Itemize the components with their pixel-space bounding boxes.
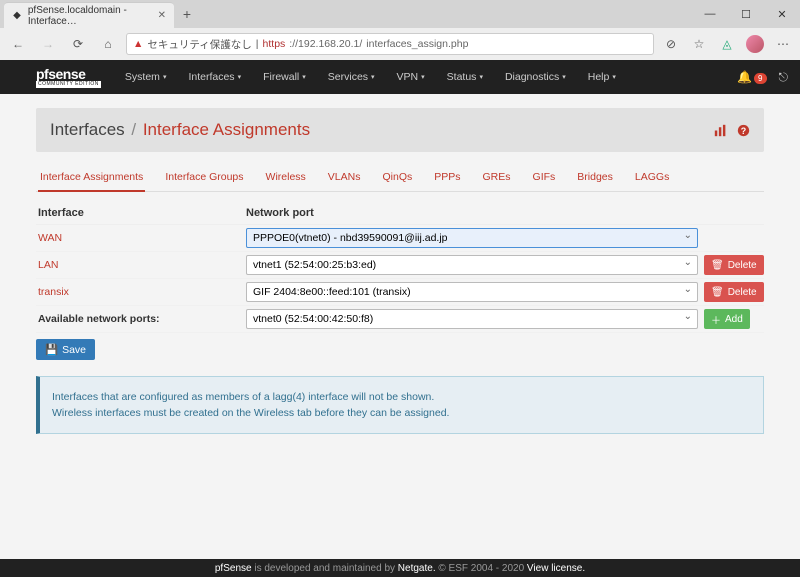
menu-button[interactable]: ⋯ — [772, 33, 794, 55]
window-maximize-button[interactable]: ☐ — [728, 0, 764, 28]
url-input[interactable]: ▲ セキュリティ保護なし | https://192.168.20.1/inte… — [126, 33, 654, 55]
col-network-port: Network port — [246, 207, 698, 219]
tab-title: pfSense.localdomain - Interface… — [28, 5, 152, 27]
nav-diagnostics[interactable]: Diagnostics▾ — [495, 62, 576, 92]
logout-icon: ⎋ — [779, 70, 789, 84]
tab-favicon-icon: ◆ — [12, 10, 22, 22]
url-host: ://192.168.20.1/ — [289, 38, 362, 50]
nav-interfaces[interactable]: Interfaces▾ — [178, 62, 251, 92]
bell-icon: 🔔 — [737, 70, 752, 84]
favorites-button[interactable]: ☆ — [688, 33, 710, 55]
col-interface: Interface — [36, 207, 246, 219]
delete-button-transix[interactable]: 🗑Delete — [704, 282, 764, 302]
page-title: Interfaces / Interface Assignments — [50, 120, 310, 140]
tab-ppps[interactable]: PPPs — [432, 164, 462, 191]
tab-interface-groups[interactable]: Interface Groups — [163, 164, 245, 191]
stats-icon[interactable] — [714, 124, 727, 137]
table-row: Available network ports: ＋Add — [36, 306, 764, 333]
tab-interface-assignments[interactable]: Interface Assignments — [38, 164, 145, 192]
notification-count: 9 — [754, 73, 766, 84]
window-minimize-button[interactable]: — — [692, 0, 728, 28]
available-ports-label: Available network ports: — [38, 313, 160, 325]
logout-button[interactable]: ⎋ — [779, 70, 789, 85]
nav-firewall[interactable]: Firewall▾ — [253, 62, 316, 92]
interface-link-lan[interactable]: LAN — [38, 259, 58, 271]
info-panel: Interfaces that are configured as member… — [36, 376, 764, 434]
port-select-lan[interactable] — [246, 255, 698, 275]
forward-button[interactable]: → — [36, 32, 60, 56]
interface-link-transix[interactable]: transix — [38, 286, 69, 298]
tab-gres[interactable]: GREs — [481, 164, 513, 191]
save-icon: 💾 — [45, 343, 58, 356]
nav-status[interactable]: Status▾ — [437, 62, 493, 92]
nav-menu: System▾ Interfaces▾ Firewall▾ Services▾ … — [115, 62, 626, 92]
browser-tab[interactable]: ◆ pfSense.localdomain - Interface… ✕ — [4, 2, 174, 28]
window-titlebar: ◆ pfSense.localdomain - Interface… ✕ + —… — [0, 0, 800, 28]
plus-icon: ＋ — [711, 312, 721, 327]
tab-qinqs[interactable]: QinQs — [380, 164, 414, 191]
page-footer: pfSense is developed and maintained by N… — [0, 559, 800, 577]
tab-laggs[interactable]: LAGGs — [633, 164, 671, 191]
address-bar: ← → ⟳ ⌂ ▲ セキュリティ保護なし | https://192.168.2… — [0, 28, 800, 60]
table-row: WAN — [36, 225, 764, 252]
reader-button[interactable]: ⊘ — [660, 33, 682, 55]
table-row: LAN 🗑Delete — [36, 252, 764, 279]
brand-logo[interactable]: pfsense COMMUNITY EDITION — [36, 67, 101, 88]
security-label: セキュリティ保護なし — [147, 37, 251, 52]
new-tab-button[interactable]: + — [174, 0, 200, 28]
nav-vpn[interactable]: VPN▾ — [387, 62, 435, 92]
back-button[interactable]: ← — [6, 32, 30, 56]
port-select-available[interactable] — [246, 309, 698, 329]
table-header: Interface Network port — [36, 202, 764, 225]
svg-text:?: ? — [741, 125, 746, 135]
nav-system[interactable]: System▾ — [115, 62, 177, 92]
help-icon[interactable]: ? — [737, 124, 750, 137]
nav-help[interactable]: Help▾ — [578, 62, 626, 92]
tab-bridges[interactable]: Bridges — [575, 164, 615, 191]
top-navbar: pfsense COMMUNITY EDITION System▾ Interf… — [0, 60, 800, 94]
tab-close-icon[interactable]: ✕ — [158, 10, 166, 21]
home-button[interactable]: ⌂ — [96, 32, 120, 56]
refresh-button[interactable]: ⟳ — [66, 32, 90, 56]
port-select-transix[interactable] — [246, 282, 698, 302]
url-path: interfaces_assign.php — [366, 38, 468, 50]
nav-services[interactable]: Services▾ — [318, 62, 385, 92]
table-row: transix 🗑Delete — [36, 279, 764, 306]
trash-icon: 🗑 — [711, 287, 724, 298]
notifications-button[interactable]: 🔔9 — [737, 70, 766, 84]
insecure-warning-icon: ▲ — [133, 38, 143, 50]
page-header: Interfaces / Interface Assignments ? — [36, 108, 764, 152]
tab-vlans[interactable]: VLANs — [326, 164, 363, 191]
interface-link-wan[interactable]: WAN — [38, 232, 62, 244]
info-line-1: Interfaces that are configured as member… — [52, 391, 751, 403]
save-button[interactable]: 💾Save — [36, 339, 95, 360]
info-line-2: Wireless interfaces must be created on t… — [52, 407, 751, 419]
port-select-wan[interactable] — [246, 228, 698, 248]
trash-icon: 🗑 — [711, 260, 724, 271]
window-close-button[interactable]: ✕ — [764, 0, 800, 28]
add-button[interactable]: ＋Add — [704, 309, 750, 329]
url-scheme: https — [263, 38, 286, 50]
delete-button-lan[interactable]: 🗑Delete — [704, 255, 764, 275]
subnav-tabs: Interface Assignments Interface Groups W… — [36, 164, 764, 192]
tab-wireless[interactable]: Wireless — [264, 164, 308, 191]
extension-icon[interactable]: ◬ — [716, 33, 738, 55]
profile-avatar[interactable] — [744, 33, 766, 55]
tab-gifs[interactable]: GIFs — [531, 164, 558, 191]
